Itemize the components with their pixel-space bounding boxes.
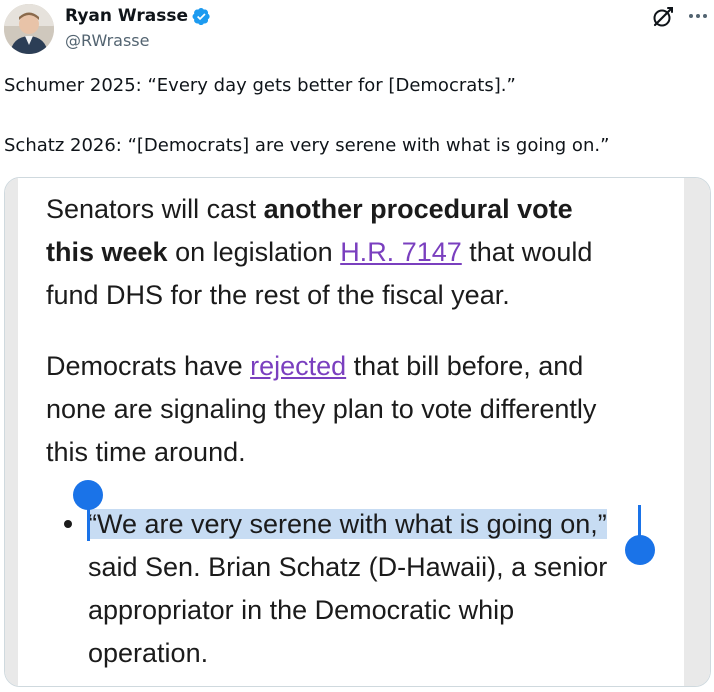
tweet-text-line-1: Schumer 2025: “Every day gets better for… bbox=[4, 75, 516, 96]
article-bullet-line-4: operation. bbox=[88, 638, 209, 668]
article-bullet-line-1: “We are very serene with what is going o… bbox=[88, 503, 607, 546]
article-p1-line-1: Senators will cast another procedural vo… bbox=[46, 188, 592, 231]
author-display-name[interactable]: Ryan Wrasse bbox=[65, 5, 188, 27]
article-p2-line-1: Democrats have rejected that bill before… bbox=[46, 345, 596, 388]
article-p1-line-2: this week on legislation H.R. 7147 that … bbox=[46, 231, 592, 274]
article-bullet-quote: “We are very serene with what is going o… bbox=[88, 503, 607, 675]
author-name-row[interactable]: Ryan Wrasse bbox=[65, 5, 211, 27]
avatar-image bbox=[4, 4, 54, 54]
article-paragraph-1: Senators will cast another procedural vo… bbox=[46, 188, 592, 317]
article-p2-text-1: Democrats have bbox=[46, 351, 251, 381]
avatar[interactable] bbox=[4, 4, 54, 54]
grok-icon[interactable] bbox=[651, 5, 675, 29]
article-bullet-line-3: appropriator in the Democratic whip bbox=[88, 595, 515, 625]
article-screenshot: Senators will cast another procedural vo… bbox=[18, 178, 684, 686]
article-p1-bold-1: another procedural vote bbox=[263, 194, 573, 224]
more-options-icon[interactable] bbox=[686, 4, 710, 28]
article-p1-text-3: that would bbox=[461, 237, 593, 267]
bullet-point bbox=[64, 520, 72, 528]
tweet-text-line-2: Schatz 2026: “[Democrats] are very seren… bbox=[4, 135, 610, 156]
article-p1-bold-2: this week bbox=[46, 237, 168, 267]
media-right-margin bbox=[684, 178, 710, 686]
tweet-media-image[interactable]: Senators will cast another procedural vo… bbox=[4, 177, 711, 687]
author-handle[interactable]: @RWrasse bbox=[65, 31, 149, 51]
rejected-link: rejected bbox=[250, 351, 347, 381]
article-bullet-line-2: said Sen. Brian Schatz (D-Hawaii), a sen… bbox=[88, 552, 608, 582]
article-p1-line-3: fund DHS for the rest of the fiscal year… bbox=[46, 280, 510, 310]
media-left-margin bbox=[5, 178, 18, 686]
selection-start-handle-icon bbox=[73, 480, 103, 510]
selection-end-handle-icon bbox=[625, 535, 655, 565]
article-p2-line-3: this time around. bbox=[46, 437, 246, 467]
article-p2-line-2: none are signaling they plan to vote dif… bbox=[46, 394, 597, 424]
hr7147-link: H.R. 7147 bbox=[340, 237, 462, 267]
article-p1-text-2: on legislation bbox=[167, 237, 341, 267]
article-p2-text-2: that bill before, and bbox=[346, 351, 584, 381]
selected-quote-text: “We are very serene with what is going o… bbox=[88, 509, 607, 539]
article-p1-text-1: Senators will cast bbox=[46, 194, 264, 224]
article-paragraph-2: Democrats have rejected that bill before… bbox=[46, 345, 596, 474]
verified-badge-icon bbox=[192, 7, 210, 25]
